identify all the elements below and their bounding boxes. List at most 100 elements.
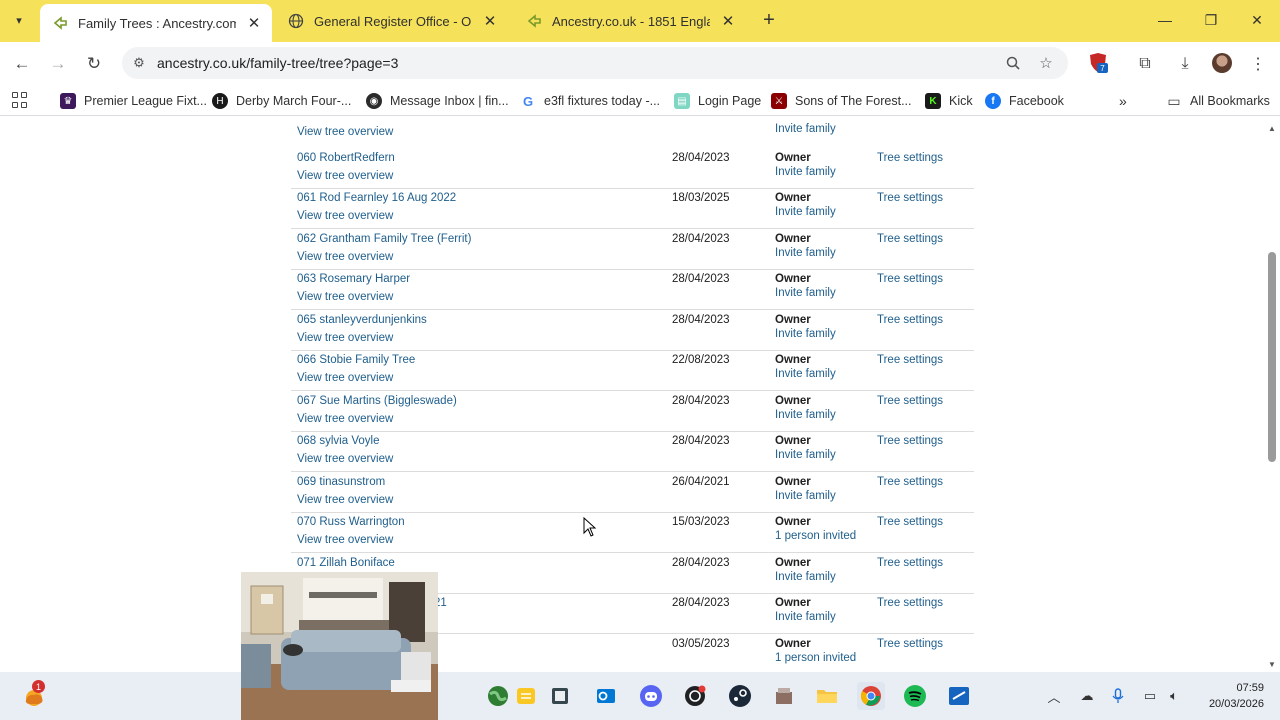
view-tree-overview-link[interactable]: View tree overview bbox=[297, 210, 393, 222]
tree-settings-link[interactable]: Tree settings bbox=[877, 314, 943, 326]
tree-settings-link[interactable]: Tree settings bbox=[877, 435, 943, 447]
tab-ancestry-1851[interactable]: Ancestry.co.uk - 1851 England C ✕ bbox=[514, 4, 746, 38]
scroll-thumb[interactable] bbox=[1268, 252, 1276, 462]
app-chrome-icon[interactable] bbox=[857, 682, 885, 710]
view-tree-overview-link[interactable]: View tree overview bbox=[297, 126, 393, 138]
restore-icon[interactable]: ❐ bbox=[1196, 8, 1226, 32]
view-tree-overview-link[interactable]: View tree overview bbox=[297, 413, 393, 425]
url-text[interactable]: ancestry.co.uk/family-tree/tree?page=3 bbox=[157, 55, 398, 71]
tree-name-link[interactable]: 065 stanleyverdunjenkins bbox=[297, 314, 427, 326]
window-close-icon[interactable]: ✕ bbox=[1242, 8, 1272, 32]
invite-family-link[interactable]: Invite family bbox=[775, 206, 836, 218]
bookmark-message-inbox[interactable]: ◉ Message Inbox | fin... bbox=[366, 92, 509, 110]
tree-name-link[interactable]: 066 Stobie Family Tree bbox=[297, 354, 415, 366]
tree-name-link[interactable]: 068 sylvia Voyle bbox=[297, 435, 379, 447]
bookmark-facebook[interactable]: f Facebook bbox=[985, 92, 1064, 110]
tree-settings-link[interactable]: Tree settings bbox=[877, 354, 943, 366]
invite-family-link[interactable]: Invite family bbox=[775, 287, 836, 299]
close-icon[interactable]: ✕ bbox=[480, 11, 500, 31]
onedrive-cloud-icon[interactable]: ☁ bbox=[1077, 686, 1097, 706]
app-files-icon[interactable] bbox=[546, 682, 574, 710]
invite-family-link[interactable]: Invite family bbox=[775, 490, 836, 502]
view-tree-overview-link[interactable]: View tree overview bbox=[297, 251, 393, 263]
tree-settings-link[interactable]: Tree settings bbox=[877, 476, 943, 488]
invite-family-link[interactable]: Invite family bbox=[775, 247, 836, 259]
network-icon[interactable]: ▭ bbox=[1140, 686, 1160, 706]
tree-settings-link[interactable]: Tree settings bbox=[877, 152, 943, 164]
tab-general-register-office[interactable]: General Register Office - Online ✕ bbox=[276, 4, 508, 38]
close-icon[interactable]: ✕ bbox=[244, 13, 264, 33]
close-icon[interactable]: ✕ bbox=[718, 11, 738, 31]
view-tree-overview-link[interactable]: View tree overview bbox=[297, 332, 393, 344]
tree-name-link[interactable]: 062 Grantham Family Tree (Ferrit) bbox=[297, 233, 471, 245]
extensions-puzzle-icon[interactable]: ⧉ bbox=[1132, 51, 1158, 77]
bookmark-kick[interactable]: K Kick bbox=[925, 92, 973, 110]
tree-settings-link[interactable]: Tree settings bbox=[877, 273, 943, 285]
app-game-icon[interactable] bbox=[770, 682, 798, 710]
forward-icon[interactable]: → bbox=[45, 51, 71, 77]
tree-settings-link[interactable]: Tree settings bbox=[877, 516, 943, 528]
bookmark-e3fl-fixtures[interactable]: G e3fl fixtures today -... bbox=[520, 92, 660, 110]
bookmark-derby[interactable]: H Derby March Four-... bbox=[212, 92, 351, 110]
people-invited-link[interactable]: 1 person invited bbox=[775, 652, 856, 664]
tab-search-icon[interactable]: ▾ bbox=[8, 9, 30, 31]
view-tree-overview-link[interactable]: View tree overview bbox=[297, 291, 393, 303]
view-tree-overview-link[interactable]: View tree overview bbox=[297, 170, 393, 182]
profile-avatar[interactable] bbox=[1212, 53, 1232, 73]
invite-family-link[interactable]: Invite family bbox=[775, 123, 836, 135]
volume-icon[interactable]: 🔈︎ bbox=[1164, 686, 1184, 706]
tree-settings-link[interactable]: Tree settings bbox=[877, 395, 943, 407]
scroll-down-arrow-icon[interactable]: ▼ bbox=[1267, 659, 1277, 669]
tree-settings-link[interactable]: Tree settings bbox=[877, 233, 943, 245]
tab-family-trees[interactable]: Family Trees : Ancestry.com ✕ bbox=[40, 4, 272, 42]
app-file-explorer-icon[interactable] bbox=[813, 682, 841, 710]
invite-family-link[interactable]: Invite family bbox=[775, 409, 836, 421]
minimize-icon[interactable]: — bbox=[1150, 8, 1180, 32]
view-tree-overview-link[interactable]: View tree overview bbox=[297, 534, 393, 546]
app-notes-icon[interactable] bbox=[512, 682, 540, 710]
tree-settings-link[interactable]: Tree settings bbox=[877, 192, 943, 204]
extension-shield-icon[interactable]: 7 bbox=[1088, 52, 1108, 74]
microphone-icon[interactable] bbox=[1108, 686, 1128, 706]
app-steam-icon[interactable] bbox=[726, 682, 754, 710]
view-tree-overview-link[interactable]: View tree overview bbox=[297, 372, 393, 384]
app-discord-icon[interactable] bbox=[637, 682, 665, 710]
tree-settings-link[interactable]: Tree settings bbox=[877, 597, 943, 609]
tree-settings-link[interactable]: Tree settings bbox=[877, 638, 943, 650]
invite-family-link[interactable]: Invite family bbox=[775, 328, 836, 340]
download-icon[interactable]: ⤓ bbox=[1172, 51, 1198, 77]
reload-icon[interactable]: ↻ bbox=[81, 51, 107, 77]
invite-family-link[interactable]: Invite family bbox=[775, 611, 836, 623]
tree-settings-link[interactable]: Tree settings bbox=[877, 557, 943, 569]
back-icon[interactable]: ← bbox=[9, 51, 35, 77]
vertical-scrollbar[interactable]: ▲ ▼ bbox=[1264, 117, 1280, 672]
view-tree-overview-link[interactable]: View tree overview bbox=[297, 453, 393, 465]
tree-name-link[interactable]: 071 Zillah Boniface bbox=[297, 557, 395, 569]
apps-grid-icon[interactable] bbox=[12, 92, 28, 108]
bookmark-premier-league[interactable]: ♛ Premier League Fixt... bbox=[60, 92, 207, 110]
invite-family-link[interactable]: Invite family bbox=[775, 449, 836, 461]
zoom-icon[interactable] bbox=[1003, 53, 1023, 73]
app-globe-icon[interactable] bbox=[484, 682, 512, 710]
invite-family-link[interactable]: Invite family bbox=[775, 571, 836, 583]
bookmark-sons-of-the-forest[interactable]: ⚔ Sons of The Forest... bbox=[771, 92, 912, 110]
tree-name-link[interactable]: 060 RobertRedfern bbox=[297, 152, 395, 164]
app-remote-desktop-icon[interactable] bbox=[945, 682, 973, 710]
tree-name-link[interactable]: 069 tinasunstrom bbox=[297, 476, 385, 488]
address-bar[interactable]: ⚙ ancestry.co.uk/family-tree/tree?page=3… bbox=[122, 47, 1068, 79]
tree-name-link[interactable]: 070 Russ Warrington bbox=[297, 516, 405, 528]
tree-name-link[interactable]: 063 Rosemary Harper bbox=[297, 273, 410, 285]
all-bookmarks-button[interactable]: ▭ All Bookmarks bbox=[1166, 92, 1270, 110]
invite-family-link[interactable]: Invite family bbox=[775, 166, 836, 178]
scroll-up-arrow-icon[interactable]: ▲ bbox=[1267, 123, 1277, 133]
new-tab-icon[interactable]: + bbox=[758, 9, 780, 31]
app-outlook-icon[interactable] bbox=[592, 682, 620, 710]
app-chatgpt-icon[interactable] bbox=[681, 682, 709, 710]
app-spotify-icon[interactable] bbox=[901, 682, 929, 710]
bookmark-login-page[interactable]: ▤ Login Page bbox=[674, 92, 761, 110]
menu-icon[interactable]: ⋮ bbox=[1245, 51, 1271, 77]
show-hidden-icons-chevron-icon[interactable]: ︿ bbox=[1044, 686, 1064, 706]
system-clock[interactable]: 07:59 20/03/2026 bbox=[1200, 680, 1264, 712]
people-invited-link[interactable]: 1 person invited bbox=[775, 530, 856, 542]
more-bookmarks-chevron-icon[interactable]: » bbox=[1119, 92, 1127, 110]
